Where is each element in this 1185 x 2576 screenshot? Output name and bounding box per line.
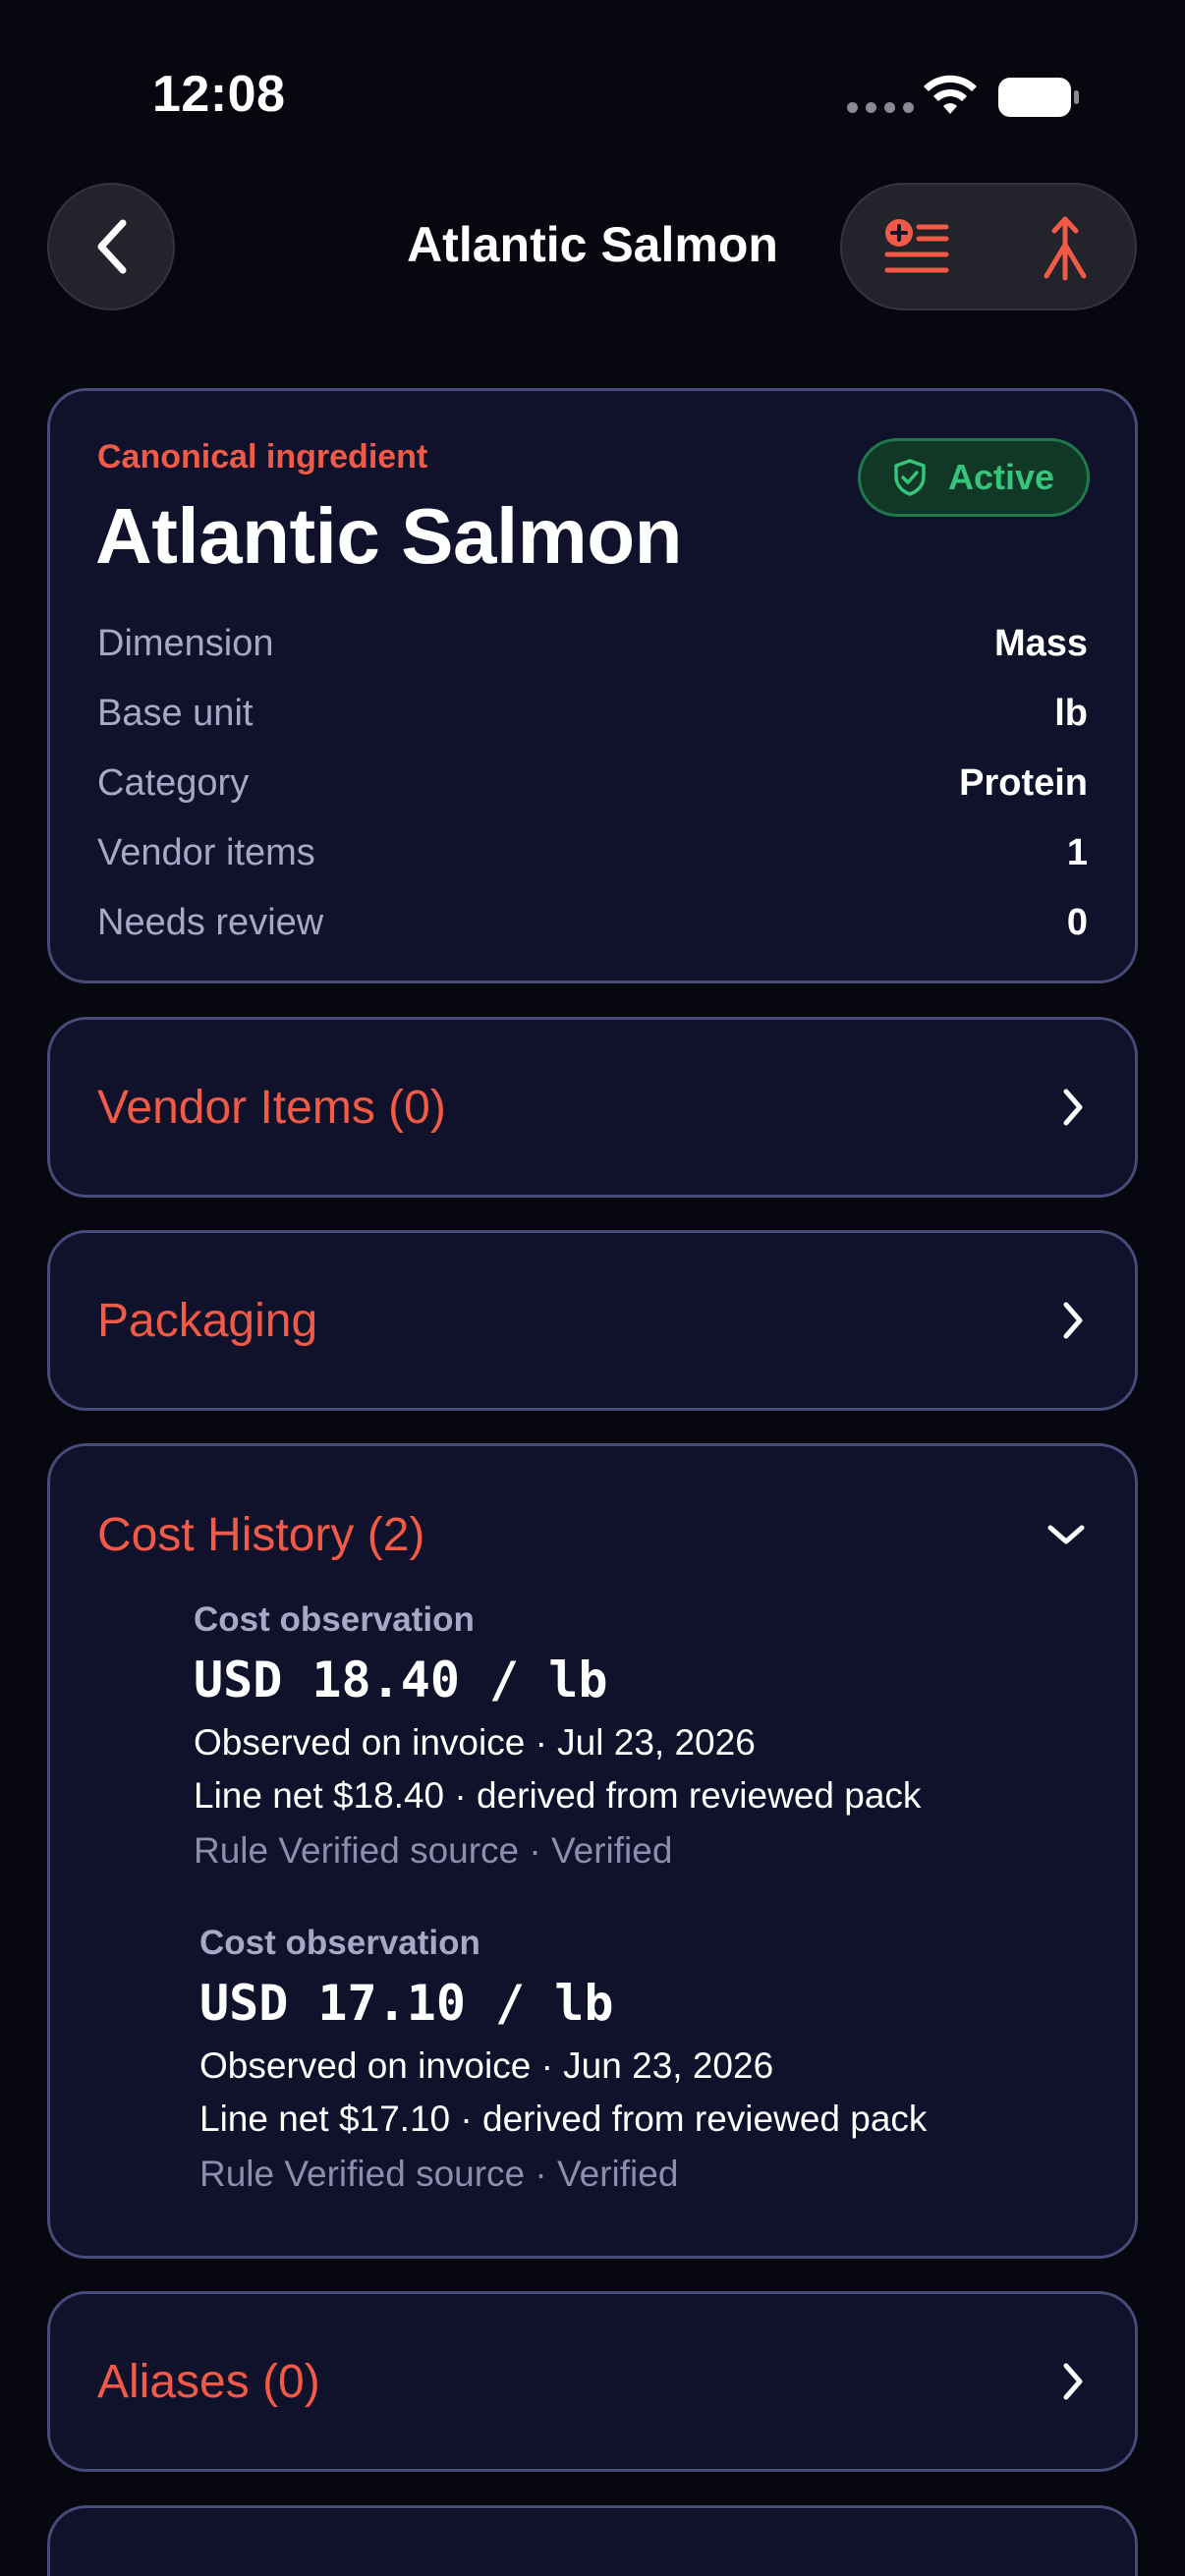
- shield-check-icon: [894, 459, 926, 496]
- chevron-down-icon: [1047, 1525, 1085, 1544]
- status-badge: Active: [858, 438, 1090, 517]
- action-pill: [840, 183, 1137, 310]
- add-to-list-button[interactable]: [842, 185, 990, 312]
- meta-value: 0: [1066, 902, 1088, 943]
- section-title: Packaging: [97, 1294, 318, 1347]
- vendor-items-header: Vendor Items (0): [97, 1020, 1088, 1195]
- meta-value: lb: [1054, 693, 1088, 734]
- chevron-right-icon: [1063, 2363, 1083, 2400]
- meta-row-vendor-items: Vendor items 1: [97, 818, 1088, 888]
- cost-history-header[interactable]: Cost History (2): [97, 1446, 1088, 1623]
- meta-label: Vendor items: [97, 832, 315, 873]
- aliases-section[interactable]: Aliases (0): [47, 2291, 1138, 2472]
- add-list-icon: [884, 219, 948, 273]
- status-badge-label: Active: [947, 457, 1055, 497]
- section-title: Cost History (2): [97, 1508, 425, 1561]
- cost-observation: Cost observation USD 18.40 / lb Observed…: [194, 1600, 921, 1872]
- observation-rule: Rule Verified source · Verified: [194, 1830, 673, 1871]
- merge-button[interactable]: [990, 185, 1139, 312]
- meta-list: Dimension Mass Base unit lb Category Pro…: [97, 609, 1088, 958]
- observation-label: Cost observation: [199, 1924, 480, 1962]
- packaging-header: Packaging: [97, 1233, 1088, 1408]
- meta-value: Mass: [993, 623, 1088, 664]
- ingredient-title: Atlantic Salmon: [95, 492, 683, 580]
- meta-row-base-unit: Base unit lb: [97, 679, 1088, 749]
- chevron-right-icon: [1063, 1302, 1083, 1339]
- back-button[interactable]: [47, 183, 175, 310]
- wifi-icon: [924, 75, 977, 114]
- section-title: Vendor Items (0): [97, 1081, 446, 1134]
- observation-rule: Rule Verified source · Verified: [199, 2154, 679, 2194]
- observation-line-net: Line net $18.40 · derived from reviewed …: [194, 1775, 922, 1816]
- section-title: Aliases (0): [97, 2355, 320, 2408]
- observation-source: Observed on invoice · Jun 23, 2026: [199, 2045, 774, 2086]
- meta-row-dimension: Dimension Mass: [97, 609, 1088, 679]
- vendor-items-section[interactable]: Vendor Items (0): [47, 1017, 1138, 1198]
- chevron-right-icon: [1063, 1089, 1083, 1126]
- observation-price: USD 18.40 / lb: [194, 1652, 608, 1708]
- merge-icon: [1044, 216, 1086, 281]
- meta-label: Base unit: [97, 693, 254, 734]
- meta-label: Dimension: [97, 623, 274, 664]
- observation-label: Cost observation: [194, 1600, 475, 1639]
- battery-icon: [998, 78, 1079, 117]
- meta-label: Category: [97, 762, 250, 804]
- meta-row-category: Category Protein: [97, 749, 1088, 818]
- cost-observation: Cost observation USD 17.10 / lb Observed…: [199, 1924, 927, 2195]
- meta-value: 1: [1066, 832, 1088, 873]
- aliases-header: Aliases (0): [97, 2294, 1088, 2469]
- packaging-section[interactable]: Packaging: [47, 1230, 1138, 1411]
- status-bar: 12:08: [0, 0, 1185, 157]
- status-time: 12:08: [152, 66, 286, 123]
- ingredient-summary-card: Canonical ingredient Atlantic Salmon Act…: [47, 388, 1138, 983]
- chevron-left-icon: [97, 219, 127, 274]
- next-section-card[interactable]: [47, 2505, 1138, 2576]
- observation-line-net: Line net $17.10 · derived from reviewed …: [199, 2099, 928, 2139]
- cost-history-section: Cost History (2) Cost observation USD 18…: [47, 1443, 1138, 2259]
- meta-label: Needs review: [97, 902, 324, 943]
- eyebrow-label: Canonical ingredient: [97, 438, 428, 476]
- nav-title: Atlantic Salmon: [407, 217, 778, 272]
- meta-value: Protein: [959, 762, 1088, 804]
- meta-row-needs-review: Needs review 0: [97, 888, 1088, 958]
- observation-source: Observed on invoice · Jul 23, 2026: [194, 1722, 756, 1763]
- observation-price: USD 17.10 / lb: [199, 1975, 614, 2032]
- cellular-signal-icon: [847, 102, 914, 113]
- screen: 12:08 Atlantic Salmon Canonical ingredie…: [0, 0, 1185, 2576]
